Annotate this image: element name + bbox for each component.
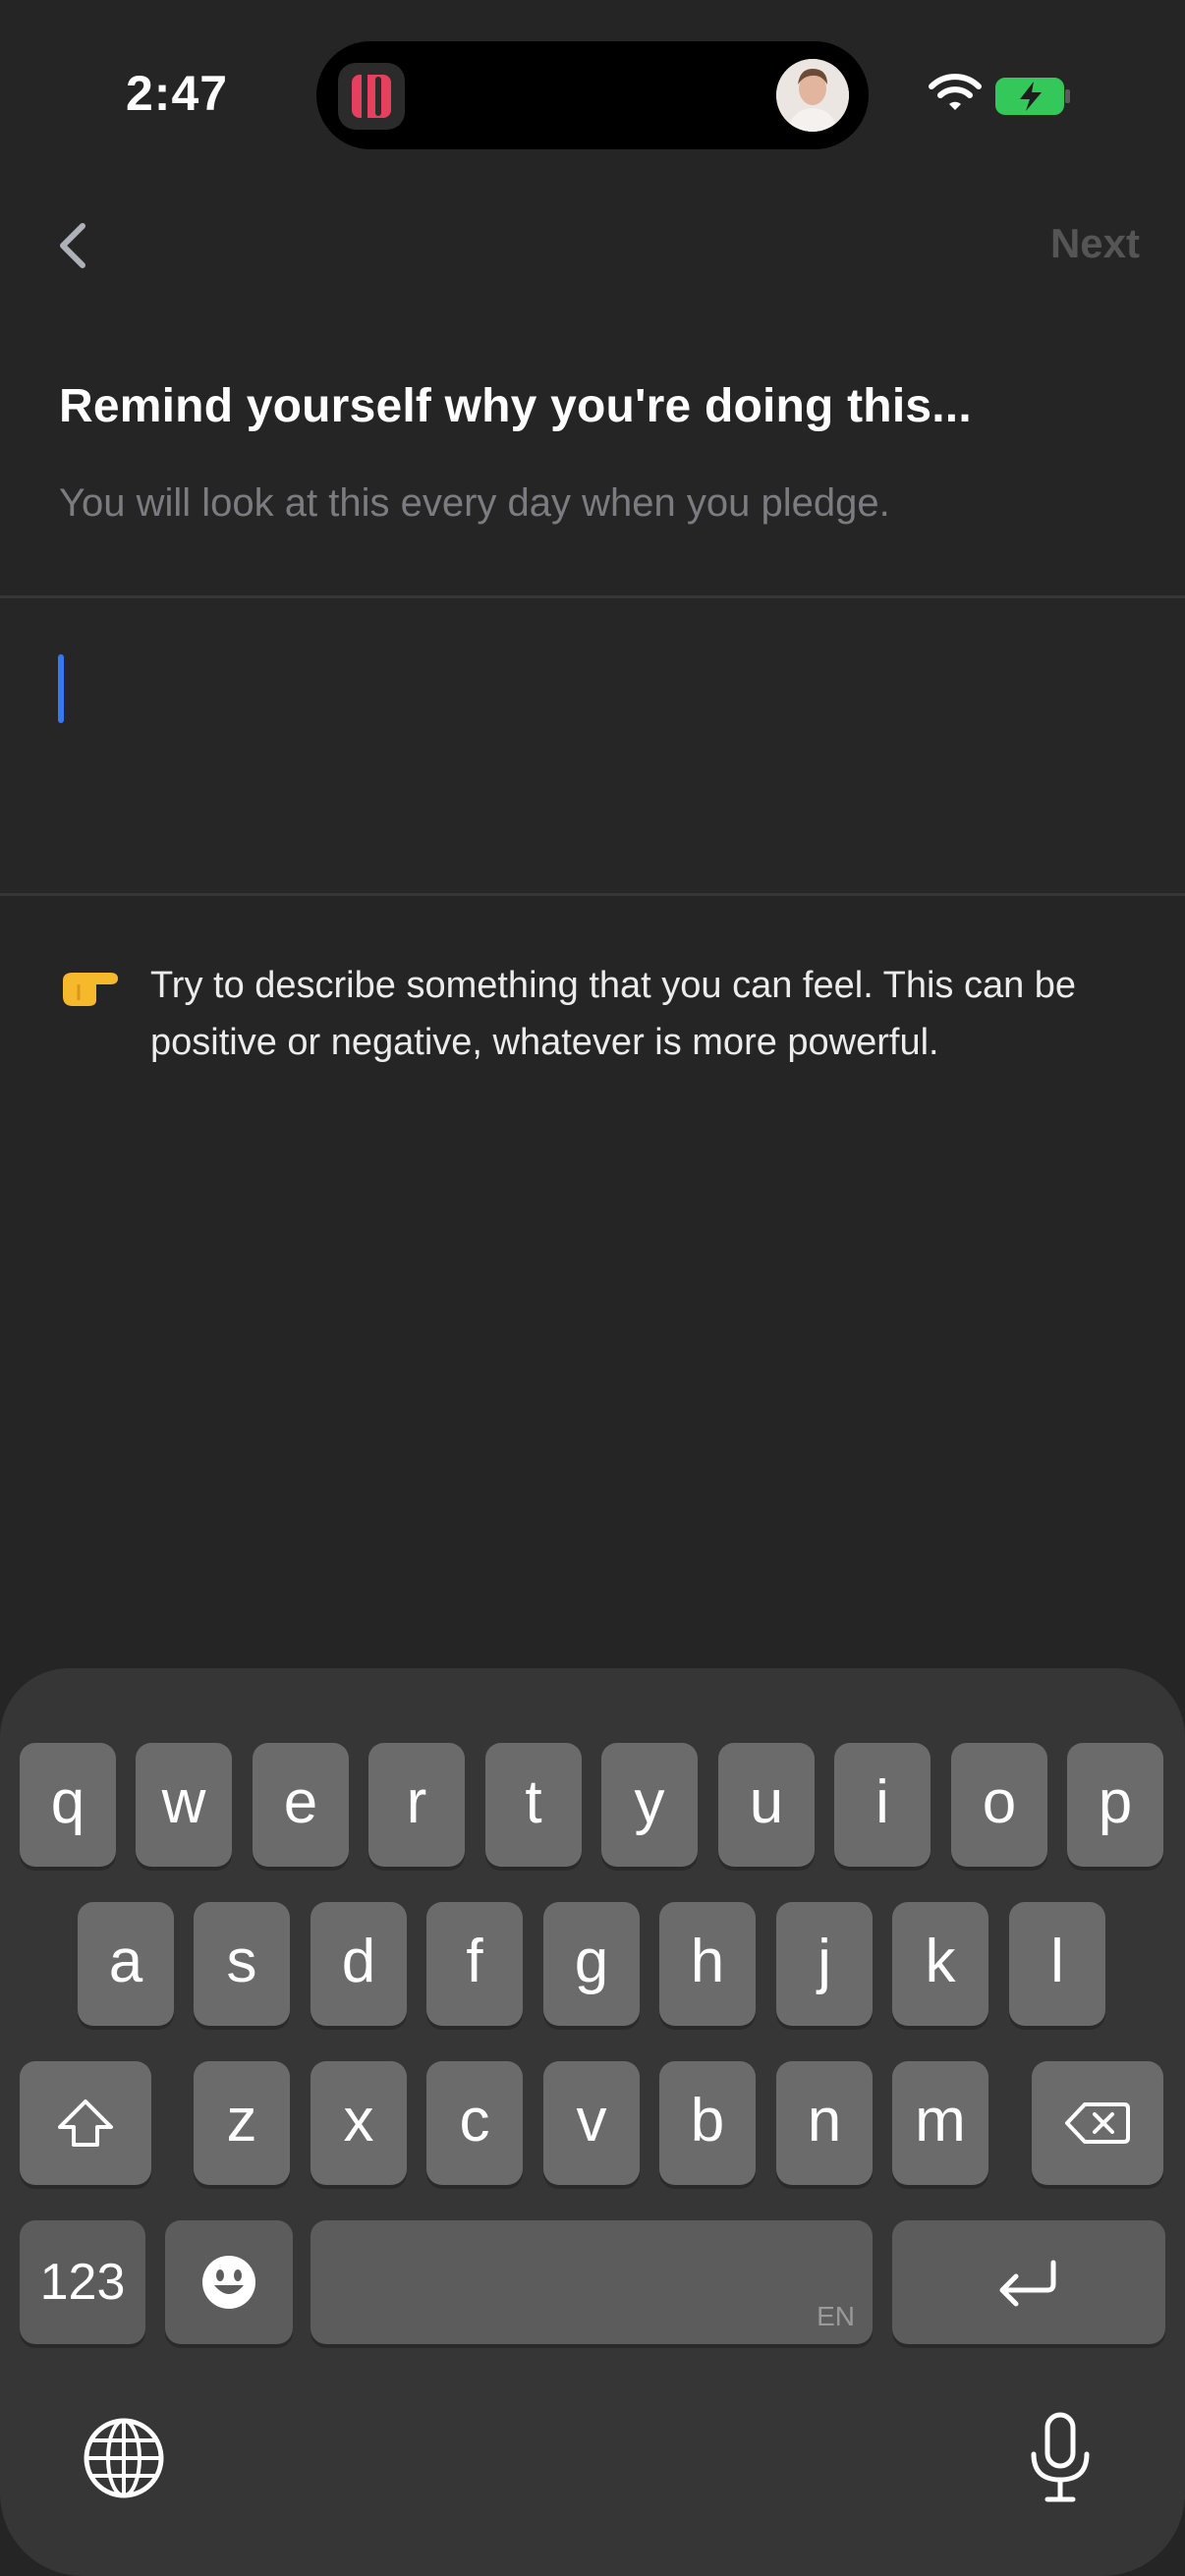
delete-key[interactable]	[1032, 2061, 1163, 2185]
page-title: Remind yourself why you're doing this...	[59, 380, 972, 432]
key-c[interactable]: c	[426, 2061, 523, 2185]
page-subtitle: You will look at this every day when you…	[59, 481, 890, 525]
app-icon	[338, 63, 405, 130]
wifi-icon	[928, 71, 983, 114]
key-j[interactable]: j	[776, 1902, 873, 2026]
shift-icon	[58, 2100, 113, 2147]
key-m[interactable]: m	[892, 2061, 988, 2185]
emoji-icon	[202, 2256, 255, 2309]
key-n[interactable]: n	[776, 2061, 873, 2185]
dictation-button[interactable]	[1026, 2411, 1095, 2505]
microphone-icon	[1031, 2412, 1090, 2502]
globe-icon	[84, 2418, 164, 2498]
return-icon	[999, 2260, 1056, 2307]
pointing-hand-icon	[57, 961, 122, 1012]
key-x[interactable]: x	[310, 2061, 407, 2185]
space-lang-label: EN	[817, 2301, 855, 2331]
space-key[interactable]: EN	[310, 2220, 873, 2344]
avatar-icon	[776, 59, 849, 132]
key-q[interactable]: q	[20, 1743, 116, 1867]
return-key[interactable]	[892, 2220, 1165, 2344]
text-caret	[58, 654, 64, 723]
key-s[interactable]: s	[194, 1902, 290, 2026]
key-z[interactable]: z	[194, 2061, 290, 2185]
key-d[interactable]: d	[310, 1902, 407, 2026]
key-u[interactable]: u	[718, 1743, 815, 1867]
key-o[interactable]: o	[951, 1743, 1047, 1867]
key-i[interactable]: i	[834, 1743, 931, 1867]
chevron-left-icon	[60, 223, 85, 268]
key-t[interactable]: t	[485, 1743, 582, 1867]
key-h[interactable]: h	[659, 1902, 756, 2026]
emoji-key[interactable]	[165, 2220, 293, 2344]
status-time: 2:47	[126, 66, 229, 121]
key-f[interactable]: f	[426, 1902, 523, 2026]
keyboard: q w e r t y u i o p a s d f g h j k l z …	[0, 1668, 1185, 2576]
key-w[interactable]: w	[136, 1743, 232, 1867]
shift-key[interactable]	[20, 2061, 151, 2185]
key-a[interactable]: a	[78, 1902, 174, 2026]
key-v[interactable]: v	[543, 2061, 640, 2185]
divider	[0, 893, 1185, 896]
key-g[interactable]: g	[543, 1902, 640, 2026]
key-l[interactable]: l	[1009, 1902, 1105, 2026]
key-p[interactable]: p	[1067, 1743, 1163, 1867]
key-b[interactable]: b	[659, 2061, 756, 2185]
key-r[interactable]: r	[368, 1743, 465, 1867]
backspace-icon	[1065, 2102, 1130, 2144]
back-button[interactable]	[51, 218, 96, 273]
key-e[interactable]: e	[253, 1743, 349, 1867]
globe-button[interactable]	[83, 2417, 165, 2499]
dynamic-island	[316, 41, 869, 149]
hint-text: Try to describe something that you can f…	[150, 965, 1077, 1063]
battery-icon	[994, 77, 1073, 116]
key-k[interactable]: k	[892, 1902, 988, 2026]
next-button[interactable]: Next	[1050, 220, 1140, 267]
reason-text-input[interactable]	[0, 598, 1185, 893]
key-y[interactable]: y	[601, 1743, 698, 1867]
numbers-key[interactable]: 123	[20, 2220, 145, 2344]
